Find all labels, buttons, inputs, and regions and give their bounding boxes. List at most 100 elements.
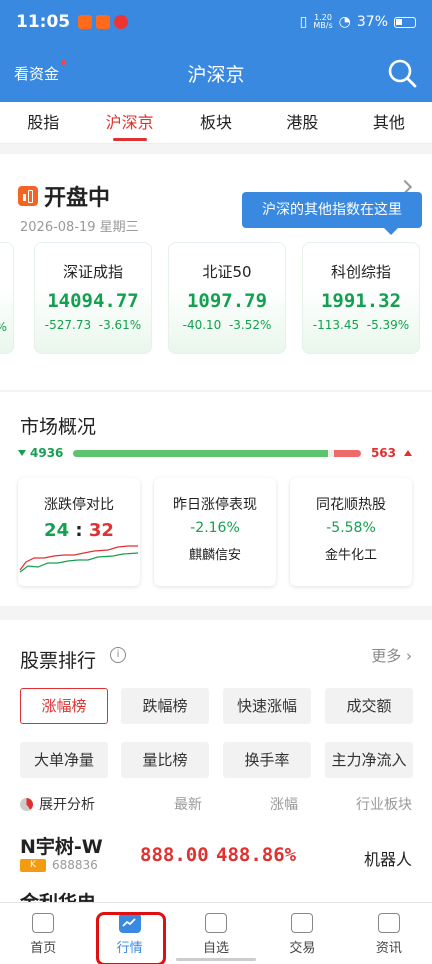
- index-value: 1097.79: [186, 290, 268, 312]
- ratio-bar-up: [334, 449, 361, 457]
- market-chart-icon: [118, 913, 141, 933]
- hot-stock-value: -5.58%: [326, 520, 376, 536]
- chip-turnover[interactable]: 成交额: [325, 688, 413, 724]
- open-status-icon: [18, 186, 38, 206]
- folder-icon: [205, 913, 228, 933]
- index-card[interactable]: 科创综指 1991.32 -113.45 -5.39%: [302, 242, 420, 354]
- search-button[interactable]: [386, 57, 418, 89]
- more-link[interactable]: 更多 ›: [371, 645, 412, 666]
- index-change: -527.73 -3.61%: [44, 318, 142, 332]
- status-time: 11:05: [16, 12, 71, 32]
- down-count: 4936: [30, 446, 64, 460]
- view-funds-label: 看资金: [14, 64, 60, 83]
- view-funds-button[interactable]: 看资金: [14, 59, 67, 84]
- stock-ranking-section: 股票排行 i 更多 › 涨幅榜 跌幅榜 快速涨幅 成交额 大单净量 量比榜 换手…: [0, 620, 432, 920]
- arrow-down-icon: [18, 450, 26, 456]
- open-header: 开盘中: [18, 180, 110, 212]
- market-tabs: 股指 沪深京 板块 港股 其他: [0, 102, 432, 144]
- app-notification-icon: [96, 15, 111, 29]
- stock-change-pct: 488.86%: [216, 844, 297, 866]
- taobao-icon: [78, 15, 93, 29]
- tab-other[interactable]: 其他: [346, 102, 432, 143]
- up-count: 563: [370, 446, 396, 460]
- app-bar: 看资金 沪深京: [0, 44, 432, 102]
- nav-market[interactable]: 行情: [86, 903, 172, 964]
- index-partial-pct: %: [0, 320, 13, 334]
- limit-compare-title: 涨跌停对比: [44, 497, 114, 513]
- index-value: 1991.32: [320, 290, 402, 312]
- chip-turnover-rate[interactable]: 换手率: [223, 742, 311, 778]
- ranking-title: 股票排行: [20, 650, 97, 672]
- trade-date: 2026-08-19 星期三: [20, 220, 139, 235]
- yesterday-limit-card[interactable]: 昨日涨停表现 -2.16% 麒麟信安: [154, 478, 276, 586]
- chip-fast-rise[interactable]: 快速涨幅: [223, 688, 311, 724]
- hot-stock-card[interactable]: 同花顺热股 -5.58% 金牛化工: [290, 478, 412, 586]
- home-indicator[interactable]: [176, 958, 256, 961]
- pie-chart-icon: [20, 797, 33, 811]
- col-change[interactable]: 涨幅: [270, 794, 298, 814]
- col-latest[interactable]: 最新: [174, 794, 202, 814]
- yesterday-limit-stock: 麒麟信安: [188, 548, 241, 563]
- network-speed: 1.20 MB/s: [313, 13, 333, 30]
- nav-news[interactable]: 资讯: [346, 903, 432, 964]
- index-card[interactable]: 北证50 1097.79 -40.10 -3.52%: [168, 242, 286, 354]
- ratio-bar: [73, 449, 361, 457]
- status-bar: 11:05 ▯ 1.20 MB/s ◔ 37%: [0, 0, 432, 44]
- market-overview-section: 市场概况 4936 563 涨跌停对比 24 : 32 昨日涨停表现 -2.16…: [0, 392, 432, 606]
- index-card-partial[interactable]: %: [0, 242, 14, 354]
- stock-sector: 机器人: [363, 850, 412, 869]
- limit-compare-card[interactable]: 涨跌停对比 24 : 32: [18, 478, 140, 586]
- kcb-badge: K: [20, 859, 46, 872]
- vibrate-icon: ▯: [299, 14, 308, 30]
- index-value: 14094.77: [47, 290, 139, 312]
- trade-icon: [291, 913, 314, 933]
- index-name: 科创综指: [330, 263, 391, 281]
- tab-hs-bj[interactable]: 沪深京: [86, 102, 172, 143]
- index-card[interactable]: 深证成指 14094.77 -527.73 -3.61%: [34, 242, 152, 354]
- arrow-up-icon: [404, 450, 412, 456]
- wifi-icon: ◔: [338, 14, 351, 30]
- chevron-right-icon: ›: [406, 647, 412, 665]
- info-icon[interactable]: i: [110, 647, 126, 663]
- search-icon: [388, 59, 417, 88]
- stock-price: 888.00: [140, 844, 209, 866]
- battery-percent: 37%: [356, 14, 388, 30]
- hot-stock-title: 同花顺热股: [316, 497, 386, 513]
- open-status-title: 开盘中: [44, 186, 111, 211]
- other-indices-tooltip[interactable]: 沪深的其他指数在这里: [242, 192, 422, 235]
- chip-volume-ratio[interactable]: 量比榜: [121, 742, 209, 778]
- yesterday-limit-value: -2.16%: [190, 520, 240, 536]
- notification-dot: [61, 59, 67, 65]
- tab-hk[interactable]: 港股: [259, 102, 345, 143]
- index-change: -113.45 -5.39%: [312, 318, 410, 332]
- tab-sector[interactable]: 板块: [173, 102, 259, 143]
- news-icon: [377, 913, 400, 933]
- index-cards-row: % 深证成指 14094.77 -527.73 -3.61% 北证50 1097…: [0, 242, 432, 356]
- chip-losers[interactable]: 跌幅榜: [121, 688, 209, 724]
- up-down-ratio[interactable]: 4936 563: [18, 446, 412, 460]
- yesterday-limit-title: 昨日涨停表现: [173, 497, 257, 513]
- index-name: 北证50: [202, 263, 252, 281]
- expand-analysis-button[interactable]: 展开分析: [20, 794, 95, 814]
- index-name: 深证成指: [62, 263, 123, 281]
- status-right: ▯ 1.20 MB/s ◔ 37%: [300, 14, 416, 30]
- weibo-icon: [114, 15, 129, 29]
- ratio-bar-down: [73, 449, 329, 457]
- chip-main-inflow[interactable]: 主力净流入: [325, 742, 413, 778]
- home-icon: [32, 913, 55, 933]
- nav-watchlist[interactable]: 自选: [173, 903, 259, 964]
- stock-name: N宇树-W: [20, 836, 103, 858]
- limit-trend-sparkline: [19, 545, 139, 573]
- battery-icon: [394, 16, 416, 28]
- chip-big-order[interactable]: 大单净量: [20, 742, 108, 778]
- status-app-icons: [78, 15, 129, 29]
- market-overview-title: 市场概况: [20, 416, 97, 438]
- tab-index[interactable]: 股指: [0, 102, 86, 143]
- stock-code: 688836: [52, 858, 98, 872]
- bottom-nav: 首页 行情 自选 交易 资讯: [0, 902, 432, 964]
- index-change: -40.10 -3.52%: [182, 318, 272, 332]
- nav-trade[interactable]: 交易: [259, 903, 345, 964]
- chip-gainers[interactable]: 涨幅榜: [20, 688, 108, 724]
- col-industry[interactable]: 行业板块: [356, 794, 412, 814]
- nav-home[interactable]: 首页: [0, 903, 86, 964]
